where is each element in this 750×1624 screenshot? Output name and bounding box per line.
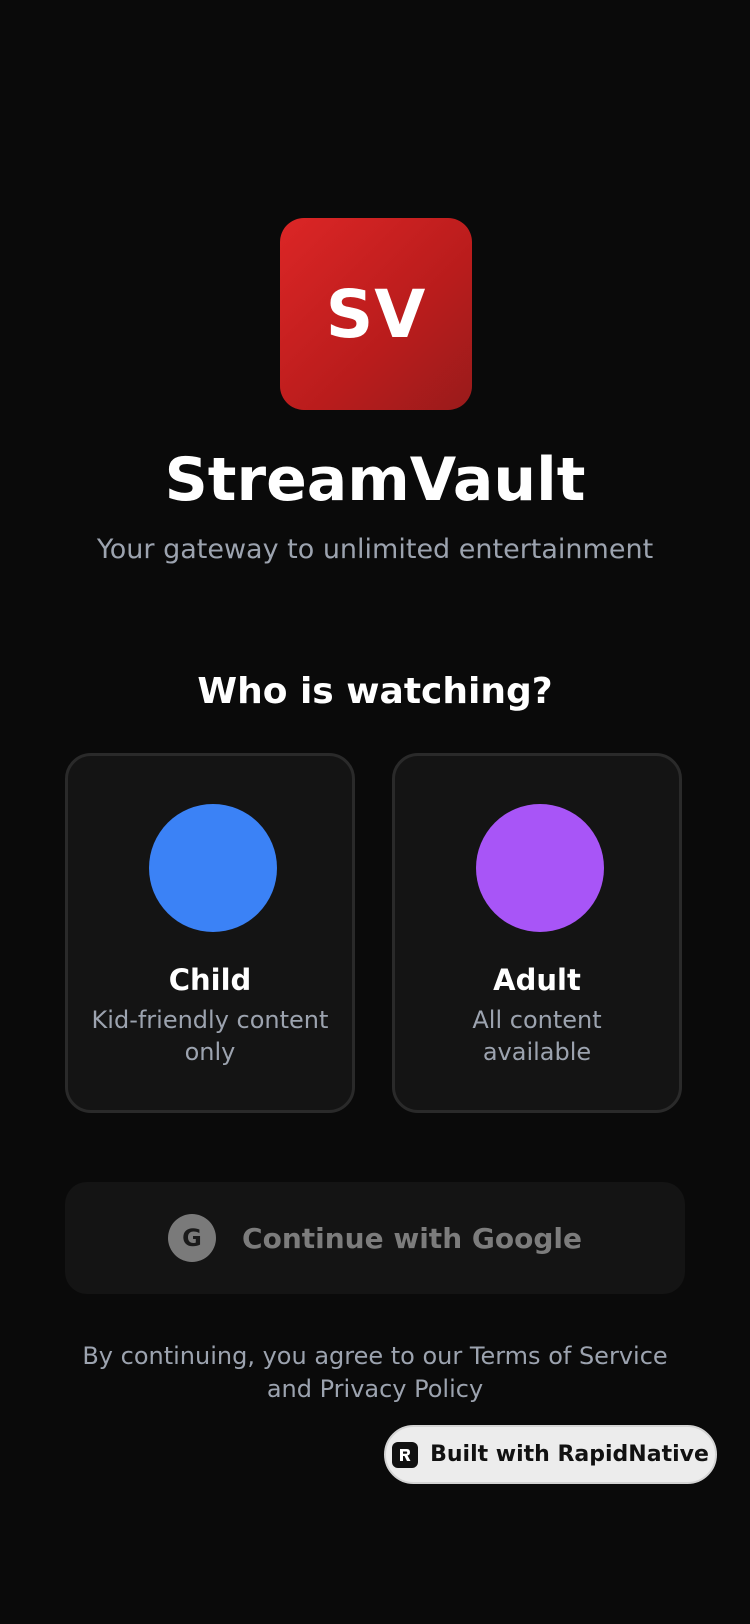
google-button-label: Continue with Google (242, 1221, 582, 1255)
continue-with-google-button[interactable]: G Continue with Google (65, 1182, 685, 1294)
built-with-rapidnative-badge[interactable]: Built with RapidNative (384, 1425, 717, 1484)
app-title: StreamVault (164, 445, 586, 515)
google-icon: G (168, 1214, 217, 1262)
app-logo-text: SV (325, 275, 427, 353)
adult-profile-description: All content available (472, 1006, 602, 1066)
profile-section-title: Who is watching? (197, 671, 553, 712)
adult-avatar (476, 804, 604, 932)
adult-profile-name: Adult (493, 963, 581, 997)
app-logo: SV (280, 218, 472, 410)
rapidnative-logo-icon (392, 1441, 419, 1468)
child-profile-name: Child (168, 963, 252, 997)
legal-disclaimer: By continuing, you agree to our Terms of… (82, 1342, 668, 1403)
profile-card-adult[interactable]: Adult All content available (392, 753, 682, 1113)
child-avatar (149, 804, 277, 932)
badge-label: Built with RapidNative (430, 1442, 709, 1467)
app-tagline: Your gateway to unlimited entertainment (96, 534, 654, 565)
profile-card-child[interactable]: Child Kid-friendly content only (65, 753, 355, 1113)
child-profile-description: Kid-friendly content only (91, 1006, 329, 1066)
